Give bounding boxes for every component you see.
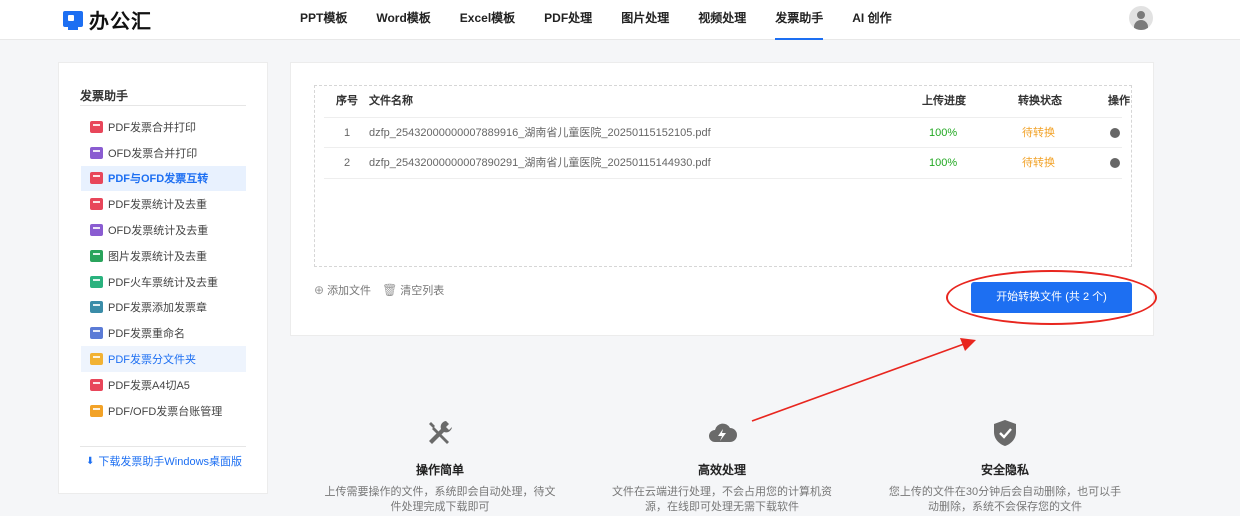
sidebar-item-a4-to-a5[interactable]: PDF发票A4切A5 [81, 372, 246, 398]
sidebar-title: 发票助手 [80, 89, 129, 103]
sidebar-item-label: OFD发票统计及去重 [108, 225, 209, 238]
download-icon: ⬇ [86, 455, 95, 467]
stats-icon [90, 224, 103, 237]
sidebar-item-pdf-ofd-convert[interactable]: PDF与OFD发票互转 [81, 165, 246, 192]
download-label: 下载发票助手Windows桌面版 [98, 456, 243, 468]
app-logo[interactable]: 办公汇 [63, 8, 152, 33]
add-file-label: 添加文件 [327, 285, 372, 297]
sidebar-item-label: OFD发票合并打印 [108, 147, 198, 160]
row-progress: 100% [929, 127, 958, 139]
sidebar-item-label: PDF发票分文件夹 [108, 354, 196, 367]
feature-title: 操作简单 [415, 463, 464, 477]
nav-excel[interactable]: Excel模板 [460, 0, 515, 40]
col-index: 序号 [336, 95, 358, 107]
sidebar-item-label: PDF与OFD发票互转 [108, 173, 209, 186]
feature-title: 高效处理 [697, 463, 746, 477]
nav-video[interactable]: 视频处理 [698, 0, 746, 40]
folder-icon [90, 353, 103, 366]
col-op: 操作 [1108, 95, 1130, 107]
col-progress: 上传进度 [922, 95, 966, 107]
convert-icon [90, 172, 103, 185]
sidebar-item-rename[interactable]: PDF发票重命名 [81, 320, 246, 346]
row-filename: dzfp_25432000000007890291_湖南省儿童医院_202501… [369, 157, 711, 169]
rename-icon [90, 327, 103, 340]
row-status: 待转换 [1022, 157, 1055, 169]
row-index: 1 [344, 127, 351, 139]
feature-desc: 上传需要操作的文件，系统即会自动处理，待文件处理完成下载即可 [324, 486, 556, 513]
row-index: 2 [344, 157, 351, 169]
download-desktop-link[interactable]: ⬇ 下载发票助手Windows桌面版 [86, 453, 242, 469]
row-filename: dzfp_25432000000007889916_湖南省儿童医院_202501… [369, 127, 711, 139]
table-header: 序号 文件名称 上传进度 转换状态 操作 [324, 86, 1130, 117]
nav-image[interactable]: 图片处理 [621, 0, 669, 40]
row-progress: 100% [929, 157, 958, 169]
delete-row-icon[interactable]: ✕ [1110, 158, 1120, 178]
sidebar: 发票助手 PDF发票合并打印 OFD发票合并打印 PDF与OFD发票互转 PDF… [58, 62, 268, 494]
delete-row-icon[interactable]: ✕ [1110, 128, 1120, 148]
add-file-button[interactable]: ⊕ 添加文件 [314, 282, 371, 298]
row-status: 待转换 [1022, 127, 1055, 139]
sidebar-item-add-stamp[interactable]: PDF发票添加发票章 [81, 295, 246, 321]
top-header: 办公汇 PPT模板 Word模板 Excel模板 PDF处理 图片处理 视频处理… [0, 0, 1240, 40]
train-icon [90, 275, 103, 288]
cloud-lightning-icon [709, 423, 737, 442]
image-stats-icon [90, 249, 103, 262]
nav-word[interactable]: Word模板 [376, 0, 430, 40]
divider [80, 446, 246, 447]
annotation-ellipse [946, 270, 1157, 325]
sidebar-item-pdf-merge-print[interactable]: PDF发票合并打印 [81, 114, 246, 140]
sidebar-item-ofd-merge-print[interactable]: OFD发票合并打印 [81, 140, 246, 166]
wrench-screwdriver-icon [429, 421, 452, 444]
clear-list-label: 清空列表 [400, 285, 445, 297]
logo-icon [63, 11, 83, 30]
nav-pdf[interactable]: PDF处理 [544, 0, 592, 40]
col-filename: 文件名称 [369, 95, 413, 107]
divider [80, 105, 246, 106]
sidebar-item-label: PDF火车票统计及去重 [108, 276, 218, 289]
feature-desc: 您上传的文件在30分钟后会自动删除，也可以手动删除，系统不会保存您的文件 [888, 486, 1122, 513]
sidebar-item-label: PDF/OFD发票台账管理 [108, 405, 223, 418]
trash-icon: 🗑 [382, 283, 398, 297]
table-row: 1 dzfp_25432000000007889916_湖南省儿童医院_2025… [324, 117, 1122, 148]
sidebar-item-pdf-stats[interactable]: PDF发票统计及去重 [81, 191, 246, 217]
sidebar-item-train-ticket-stats[interactable]: PDF火车票统计及去重 [81, 269, 246, 295]
stats-icon [90, 198, 103, 211]
nav-ai[interactable]: AI 创作 [852, 0, 891, 40]
cut-page-icon [90, 378, 103, 391]
sidebar-item-label: PDF发票A4切A5 [108, 379, 190, 392]
feature-simple: 操作简单 上传需要操作的文件，系统即会自动处理，待文件处理完成下载即可 [320, 418, 560, 515]
printer-icon [90, 146, 103, 159]
main-nav: PPT模板 Word模板 Excel模板 PDF处理 图片处理 视频处理 发票助… [300, 0, 921, 40]
shield-check-icon [994, 420, 1016, 446]
sidebar-item-split-folder[interactable]: PDF发票分文件夹 [81, 346, 246, 372]
user-avatar-icon[interactable] [1129, 6, 1153, 30]
sidebar-item-label: 图片发票统计及去重 [108, 250, 207, 263]
sidebar-item-image-stats[interactable]: 图片发票统计及去重 [81, 243, 246, 269]
feature-efficient: 高效处理 文件在云端进行处理，不会占用您的计算机资源，在线即可处理无需下载软件 [602, 418, 842, 515]
plus-circle-icon: ⊕ [314, 283, 325, 297]
file-dropzone[interactable]: 序号 文件名称 上传进度 转换状态 操作 1 dzfp_254320000000… [314, 85, 1132, 267]
printer-icon [90, 120, 103, 133]
app-name: 办公汇 [89, 10, 152, 33]
clear-list-button[interactable]: 🗑 清空列表 [382, 282, 444, 298]
col-status: 转换状态 [1018, 95, 1062, 107]
sidebar-item-label: PDF发票合并打印 [108, 121, 196, 134]
feature-privacy: 安全隐私 您上传的文件在30分钟后会自动删除，也可以手动删除，系统不会保存您的文… [885, 418, 1125, 515]
sidebar-item-ledger[interactable]: PDF/OFD发票台账管理 [81, 398, 246, 424]
sidebar-list: PDF发票合并打印 OFD发票合并打印 PDF与OFD发票互转 PDF发票统计及… [81, 114, 246, 424]
list-actions: ⊕ 添加文件 🗑 清空列表 [314, 282, 455, 298]
sidebar-item-ofd-stats[interactable]: OFD发票统计及去重 [81, 217, 246, 243]
feature-desc: 文件在云端进行处理，不会占用您的计算机资源，在线即可处理无需下载软件 [612, 486, 832, 513]
feature-title: 安全隐私 [980, 463, 1029, 477]
nav-ppt[interactable]: PPT模板 [300, 0, 347, 40]
sidebar-item-label: PDF发票统计及去重 [108, 199, 207, 212]
sidebar-item-label: PDF发票重命名 [108, 328, 185, 341]
table-row: 2 dzfp_25432000000007890291_湖南省儿童医院_2025… [324, 148, 1122, 179]
sidebar-item-label: PDF发票添加发票章 [108, 302, 207, 315]
annotation-arrow [751, 338, 976, 422]
stamp-icon [90, 301, 103, 314]
ledger-icon [90, 404, 103, 417]
nav-invoice[interactable]: 发票助手 [775, 0, 824, 40]
